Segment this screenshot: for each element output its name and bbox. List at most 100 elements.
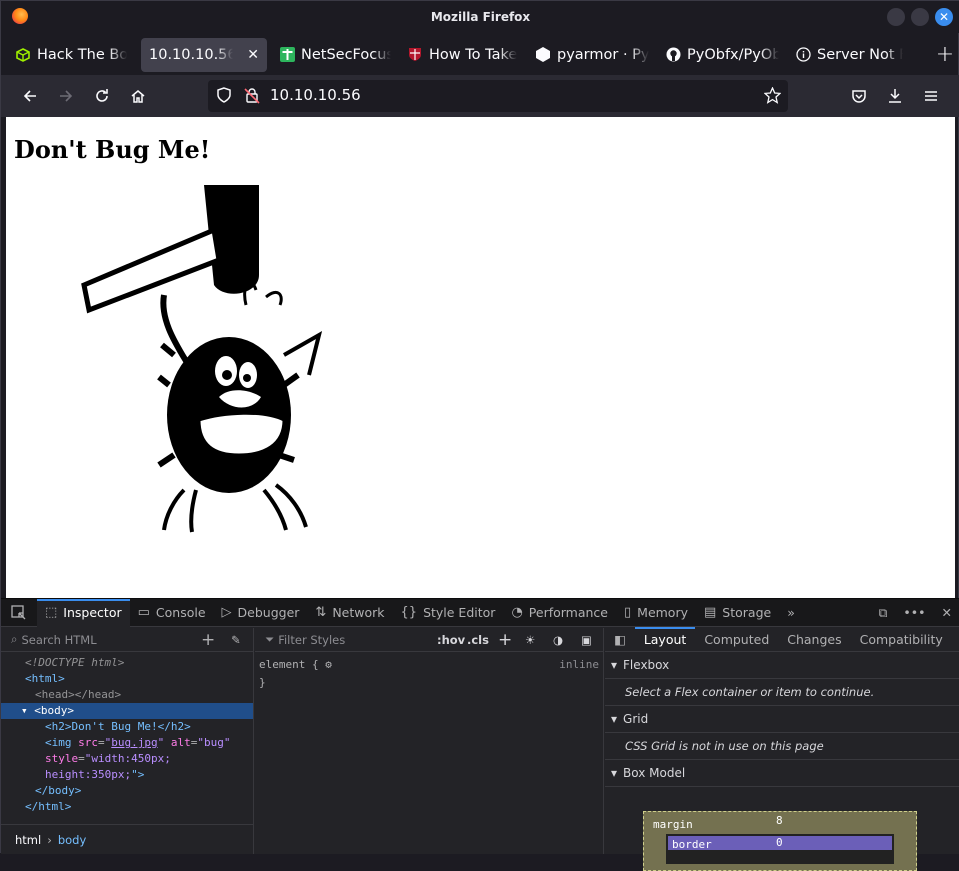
devtools-tab-console[interactable]: ▭ Console — [130, 599, 214, 627]
devtools-tab-memory[interactable]: ▯ Memory — [616, 599, 696, 627]
filter-styles-input[interactable]: Filter Styles — [278, 633, 345, 647]
layout-pane: ◧ Layout Computed Changes Compatibility … — [605, 626, 959, 871]
body-node[interactable]: ▾ <body> — [1, 703, 253, 719]
more-tools-chevron-icon[interactable]: » — [779, 599, 803, 627]
bug-image — [14, 185, 464, 535]
sidebar-toggle-icon[interactable]: ◧ — [605, 628, 635, 652]
downloads-icon[interactable] — [884, 85, 906, 107]
responsive-design-icon[interactable]: ⧉ — [870, 599, 895, 627]
breadcrumb-body[interactable]: body — [58, 833, 86, 847]
margin-label: margin — [653, 818, 693, 831]
html-node[interactable]: <html> — [1, 671, 253, 687]
tab-pyarmor[interactable]: pyarmor · Py — [527, 38, 657, 72]
doctype-node[interactable]: <!DOCTYPE html> — [1, 655, 253, 671]
border-top-value[interactable]: 0 — [776, 836, 783, 849]
markup-pane: ⌕ Search HTML + ✎ <!DOCTYPE html> <html>… — [1, 628, 254, 854]
gear-icon[interactable]: ⚙ — [325, 658, 332, 671]
flexbox-message: Select a Flex container or item to conti… — [605, 679, 959, 706]
collapse-arrow-icon: ▾ — [611, 766, 618, 780]
menu-icon[interactable] — [920, 85, 942, 107]
devtools-tab-storage[interactable]: ▤ Storage — [696, 599, 779, 627]
hackthebox-icon — [15, 47, 31, 63]
firefox-logo-icon — [12, 8, 28, 24]
tab-netsecfocus[interactable]: NetSecFocus — [271, 38, 399, 72]
close-window-button[interactable]: ✕ — [935, 8, 953, 26]
h2-node[interactable]: <h2>Don't Bug Me!</h2> — [1, 719, 253, 735]
element-rule: element { ⚙ inline } — [255, 652, 603, 696]
tab-pyobfx[interactable]: PyObfx/PyOb — [657, 38, 787, 72]
tab-current-page[interactable]: 10.10.10.56/ ✕ — [141, 37, 267, 72]
devtools-tab-inspector[interactable]: ⬚ Inspector — [37, 598, 130, 627]
performance-icon: ◔ — [511, 605, 523, 620]
eyedropper-icon[interactable]: ✎ — [231, 633, 241, 647]
debugger-icon: ▷ — [221, 605, 232, 620]
home-icon[interactable] — [127, 85, 149, 107]
grid-section-header[interactable]: ▾ Grid — [605, 706, 959, 733]
element-picker-icon[interactable] — [1, 599, 37, 627]
cls-button[interactable]: .cls — [467, 633, 489, 647]
tab-server-not-found[interactable]: Server Not Fo — [787, 38, 911, 72]
dark-mode-icon[interactable]: ◑ — [553, 633, 563, 647]
margin-top-value[interactable]: 8 — [776, 814, 783, 827]
sidebar-tabs: ◧ Layout Computed Changes Compatibility … — [605, 626, 959, 652]
tab-layout[interactable]: Layout — [634, 626, 696, 652]
light-mode-icon[interactable]: ☀ — [525, 633, 535, 647]
new-tab-button[interactable]: + — [930, 42, 959, 67]
tabs-dropdown-icon[interactable]: ▾ — [952, 628, 959, 652]
minimize-button[interactable] — [887, 8, 905, 26]
border-label: border — [672, 838, 712, 851]
tab-computed[interactable]: Computed — [695, 628, 778, 652]
devtools-tab-performance[interactable]: ◔ Performance — [503, 599, 616, 627]
title-bar: Mozilla Firefox ✕ — [1, 1, 959, 33]
tab-hack-the-box[interactable]: Hack The Box — [7, 38, 135, 72]
filter-styles-bar[interactable]: ⏷ Filter Styles :hov .cls + ☀ ◑ ▣ — [255, 628, 603, 652]
print-media-icon[interactable]: ▣ — [581, 633, 592, 647]
head-node[interactable]: <head></head> — [1, 687, 253, 703]
breadcrumb-html[interactable]: html — [15, 833, 41, 847]
tab-compatibility[interactable]: Compatibility — [851, 628, 952, 652]
github-icon — [665, 47, 681, 63]
tracking-protection-shield-icon[interactable] — [216, 87, 232, 108]
rule-selector[interactable]: element { — [259, 658, 319, 671]
devtools-tab-debugger[interactable]: ▷ Debugger — [214, 599, 308, 627]
forward-icon[interactable] — [55, 85, 77, 107]
devtools-tab-style-editor[interactable]: {} Style Editor — [393, 599, 504, 627]
hov-button[interactable]: :hov — [437, 633, 465, 647]
url-text[interactable]: 10.10.10.56 — [270, 86, 361, 104]
pocket-icon[interactable] — [848, 85, 870, 107]
package-icon — [535, 47, 551, 63]
expand-arrow-icon[interactable]: ▾ — [21, 704, 28, 717]
search-html-input[interactable]: Search HTML — [21, 633, 96, 647]
rule-display: inline — [559, 658, 599, 671]
maximize-button[interactable] — [911, 8, 929, 26]
tab-how-to-take[interactable]: How To Take — [399, 38, 527, 72]
memory-icon: ▯ — [624, 605, 632, 620]
bookmark-star-icon[interactable] — [763, 86, 782, 108]
insecure-lock-icon[interactable] — [244, 87, 260, 108]
box-model-margin[interactable]: margin 8 border 0 — [643, 811, 917, 871]
url-bar[interactable]: 10.10.10.56 — [208, 80, 788, 112]
search-html-bar[interactable]: ⌕ Search HTML + ✎ — [1, 628, 253, 652]
tab-changes[interactable]: Changes — [778, 628, 850, 652]
box-model-section-header[interactable]: ▾ Box Model — [605, 760, 959, 787]
breadcrumb-separator-icon: › — [47, 832, 52, 847]
rules-pane: ⏷ Filter Styles :hov .cls + ☀ ◑ ▣ elemen… — [255, 628, 604, 854]
window-title: Mozilla Firefox — [430, 10, 531, 24]
devtools-tab-network[interactable]: ⇅ Network — [307, 599, 392, 627]
devtools-options-icon[interactable]: ••• — [895, 599, 933, 627]
search-icon: ⌕ — [11, 632, 18, 646]
add-rule-icon[interactable]: + — [498, 630, 512, 650]
flexbox-section-header[interactable]: ▾ Flexbox — [605, 652, 959, 679]
tab-strip: Hack The Box 10.10.10.56/ ✕ NetSecFocus … — [1, 36, 959, 73]
browser-window: Mozilla Firefox ✕ Hack The Box 10.10.10.… — [0, 0, 959, 871]
navigation-toolbar: 10.10.10.56 — [1, 75, 959, 117]
network-icon: ⇅ — [315, 605, 327, 620]
reload-icon[interactable] — [91, 85, 113, 107]
grid-message: CSS Grid is not in use on this page — [605, 733, 959, 760]
add-node-icon[interactable]: + — [201, 630, 215, 650]
box-model-border[interactable]: border 0 — [666, 834, 894, 864]
close-tab-icon[interactable]: ✕ — [247, 47, 259, 63]
img-node[interactable]: <img src="bug.jpg" alt="bug" — [1, 735, 253, 751]
back-icon[interactable] — [19, 85, 41, 107]
devtools-close-icon[interactable]: ✕ — [934, 599, 959, 627]
